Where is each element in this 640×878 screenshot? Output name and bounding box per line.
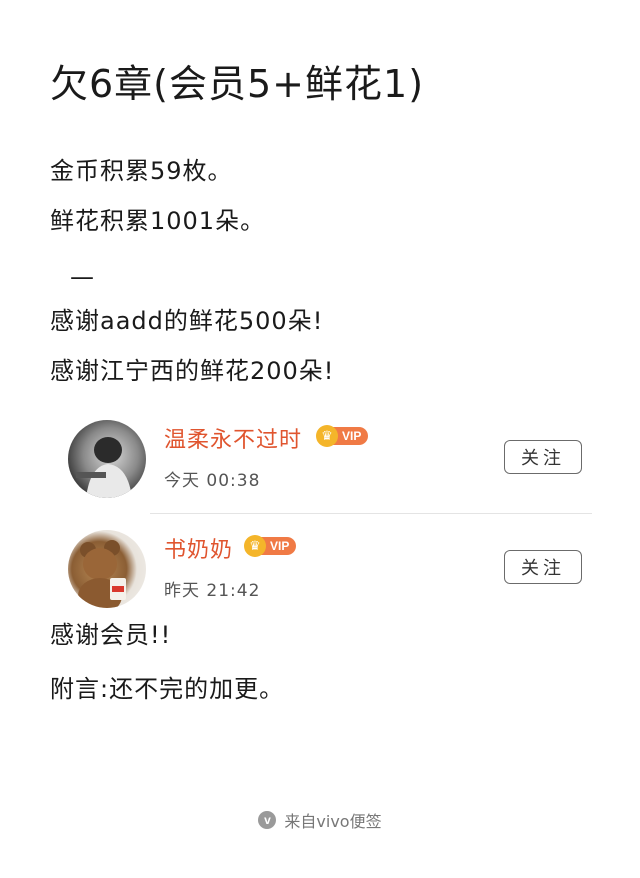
person-photo-icon bbox=[76, 437, 132, 498]
avatar[interactable] bbox=[68, 420, 146, 498]
footer: v 来自vivo便签 bbox=[0, 808, 640, 832]
comment-username[interactable]: 书奶奶 bbox=[164, 532, 233, 564]
vip-badge: ♛ VIP bbox=[244, 535, 297, 557]
note-line-thanks-member: 感谢会员!! bbox=[50, 621, 172, 649]
comment-time: 昨天 21:42 bbox=[164, 581, 261, 601]
teddy-bear-icon bbox=[78, 540, 126, 608]
divider bbox=[150, 513, 592, 514]
note-page: 欠6章(会员5+鲜花1) 金币积累59枚。 鲜花积累1001朵。 — 感谢aad… bbox=[0, 0, 640, 878]
note-line-flowers: 鲜花积累1001朵。 bbox=[50, 207, 266, 235]
vip-badge: ♛ VIP bbox=[316, 425, 369, 447]
footer-source: 来自vivo便签 bbox=[284, 812, 382, 831]
note-dash: — bbox=[70, 263, 94, 291]
follow-button[interactable]: 关注 bbox=[504, 550, 582, 584]
comment-card: 书奶奶 ♛ VIP 昨天 21:42 关注 bbox=[66, 528, 596, 618]
comment-username[interactable]: 温柔永不过时 bbox=[164, 422, 302, 454]
note-line-thanks-2: 感谢江宁西的鲜花200朵! bbox=[50, 357, 335, 385]
crown-icon: ♛ bbox=[244, 535, 266, 557]
follow-button[interactable]: 关注 bbox=[504, 440, 582, 474]
vivo-logo-icon: v bbox=[258, 811, 277, 829]
note-line-postscript: 附言:还不完的加更。 bbox=[50, 675, 285, 703]
note-line-coins: 金币积累59枚。 bbox=[50, 157, 233, 185]
crown-icon: ♛ bbox=[316, 425, 338, 447]
note-title: 欠6章(会员5+鲜花1) bbox=[50, 62, 425, 106]
note-line-thanks-1: 感谢aadd的鲜花500朵! bbox=[50, 307, 324, 335]
comment-card: 温柔永不过时 ♛ VIP 今天 00:38 关注 bbox=[66, 418, 596, 508]
avatar[interactable] bbox=[68, 530, 146, 608]
comment-time: 今天 00:38 bbox=[164, 471, 261, 491]
